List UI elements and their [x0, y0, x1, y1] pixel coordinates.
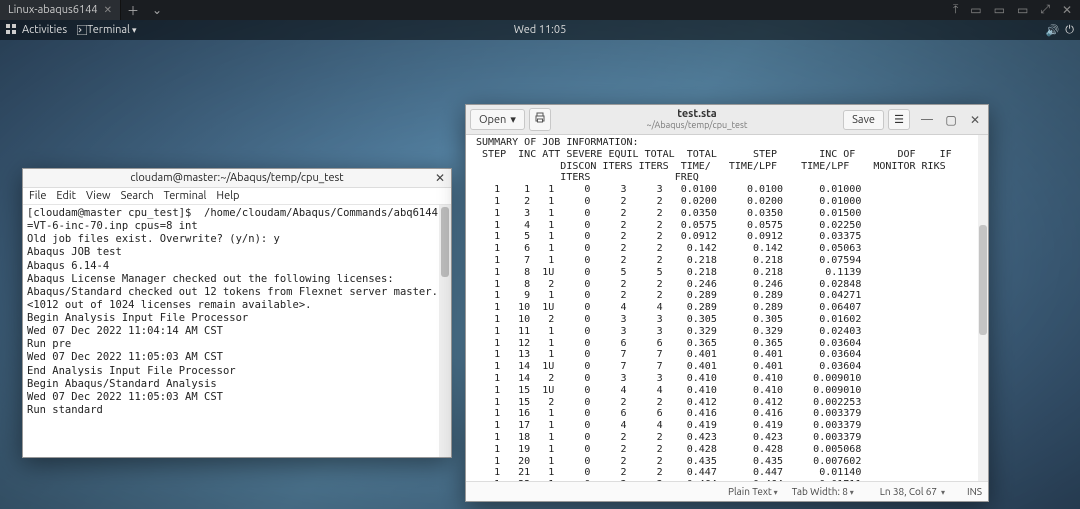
close-icon[interactable]: ✕: [966, 113, 984, 127]
status-language[interactable]: Plain Text: [728, 486, 778, 497]
status-insert: INS: [967, 486, 982, 497]
close-vm-icon[interactable]: ✕: [1062, 3, 1072, 17]
scrollbar-thumb[interactable]: [441, 207, 449, 277]
fullscreen-icon[interactable]: ⤢: [1040, 3, 1050, 17]
status-cursor: Ln 38, Col 67: [880, 486, 937, 497]
print-button[interactable]: [529, 108, 551, 131]
terminal-output[interactable]: [cloudam@master cpu_test]$ /home/cloudam…: [23, 205, 451, 457]
chevron-down-icon: ▾: [510, 113, 516, 126]
save-button[interactable]: Save: [843, 110, 884, 130]
gedit-statusbar: Plain Text Tab Width: 8 Ln 38, Col 67 IN…: [466, 481, 988, 501]
menu-terminal[interactable]: Terminal: [164, 190, 207, 202]
power-icon[interactable]: ⏻: [1065, 24, 1074, 37]
file-path: ~/Abaqus/temp/cpu_test: [555, 121, 839, 130]
menu-file[interactable]: File: [29, 190, 46, 202]
vm-tab-bar: Linux-abaqus6144 ✕ ＋ ⌄ ⤒ ▭ ▭ ▭ ⤢ ✕: [0, 0, 1080, 20]
hamburger-button[interactable]: ☰: [888, 109, 910, 130]
snapshot-icon[interactable]: ▭: [970, 3, 981, 17]
vm-system-icons: ⤒ ▭ ▭ ▭ ⤢ ✕: [953, 0, 1080, 20]
screen-icon[interactable]: ▭: [994, 3, 1005, 17]
desktop-top-bar: Activities Terminal Wed 11:05 🔊 ⏻: [0, 20, 1080, 40]
terminal-app-menu[interactable]: Terminal: [87, 24, 136, 36]
gedit-headerbar[interactable]: Open ▾ test.sta ~/Abaqus/temp/cpu_test S…: [466, 105, 988, 135]
menu-search[interactable]: Search: [121, 190, 154, 202]
file-title: test.sta: [555, 109, 839, 121]
vm-tab[interactable]: Linux-abaqus6144 ✕: [0, 0, 121, 20]
clock[interactable]: Wed 11:05: [514, 24, 567, 36]
open-button-label: Open: [479, 114, 506, 126]
menu-help[interactable]: Help: [216, 190, 239, 202]
clipboard-icon[interactable]: ▭: [1017, 3, 1028, 17]
terminal-title: cloudam@master:~/Abaqus/temp/cpu_test: [130, 172, 343, 184]
vm-tab-label: Linux-abaqus6144: [8, 4, 98, 16]
new-tab-button[interactable]: ＋: [121, 0, 145, 20]
tab-menu-chevron-icon[interactable]: ⌄: [145, 0, 169, 20]
volume-icon[interactable]: 🔊: [1046, 24, 1060, 37]
window-controls: ― ▢ ✕: [918, 113, 984, 127]
open-button[interactable]: Open ▾: [470, 109, 525, 130]
gedit-text-area[interactable]: SUMMARY OF JOB INFORMATION: STEP INC ATT…: [466, 135, 988, 481]
close-icon[interactable]: ✕: [104, 4, 112, 16]
terminal-window: cloudam@master:~/Abaqus/temp/cpu_test ✕ …: [22, 168, 452, 458]
terminal-titlebar[interactable]: cloudam@master:~/Abaqus/temp/cpu_test ✕: [23, 169, 451, 188]
maximize-icon[interactable]: ▢: [942, 113, 960, 127]
chevron-down-icon[interactable]: [941, 486, 945, 497]
minimize-icon[interactable]: ―: [918, 113, 936, 127]
activities-icon[interactable]: [6, 24, 18, 36]
scrollbar-thumb[interactable]: [979, 225, 987, 335]
hamburger-icon: ☰: [894, 113, 904, 126]
activities-button[interactable]: Activities: [22, 24, 67, 36]
scrollbar[interactable]: [978, 135, 988, 481]
close-icon[interactable]: ✕: [435, 171, 445, 185]
terminal-menubar: File Edit View Search Terminal Help: [23, 188, 451, 205]
menu-edit[interactable]: Edit: [56, 190, 76, 202]
status-tab-width[interactable]: Tab Width: 8: [792, 486, 854, 497]
terminal-app-icon[interactable]: [77, 25, 87, 35]
scrollbar[interactable]: [439, 205, 451, 457]
menu-view[interactable]: View: [86, 190, 111, 202]
send-key-icon[interactable]: ⤒: [953, 3, 958, 17]
printer-icon: [534, 112, 546, 127]
gedit-title: test.sta ~/Abaqus/temp/cpu_test: [555, 109, 839, 130]
gedit-window: Open ▾ test.sta ~/Abaqus/temp/cpu_test S…: [465, 104, 989, 502]
